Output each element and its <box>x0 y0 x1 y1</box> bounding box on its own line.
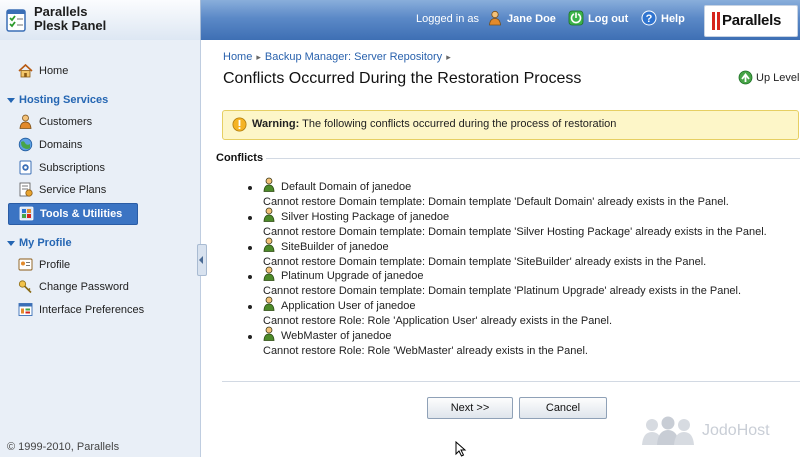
user-name-link[interactable]: Jane Doe <box>507 12 556 26</box>
help-link[interactable]: Help <box>661 12 685 26</box>
logout-icon[interactable] <box>568 10 584 26</box>
help-icon[interactable]: ? <box>641 10 657 26</box>
sidebar-item-label: Interface Preferences <box>39 304 145 316</box>
warning-message: Warning: The following conflicts occurre… <box>222 110 799 140</box>
conflict-name: Silver Hosting Package of janedoe <box>281 211 450 223</box>
user-role-icon <box>263 207 275 222</box>
conflict-name: Application User of janedoe <box>281 300 416 312</box>
conflict-message: Cannot restore Role: Role 'WebMaster' al… <box>263 345 588 357</box>
customer-icon <box>19 114 32 129</box>
breadcrumb-home-link[interactable]: Home <box>223 51 252 63</box>
breadcrumb-separator-icon: ▸ <box>256 52 261 62</box>
user-role-icon <box>263 237 275 252</box>
sidebar-collapse-handle[interactable] <box>197 244 207 276</box>
brand-line-2: Plesk Panel <box>34 18 107 33</box>
section-my-profile[interactable]: My Profile <box>7 235 72 251</box>
brand-title: Parallels Plesk Panel <box>34 5 106 33</box>
profile-card-icon <box>18 258 33 271</box>
interface-preferences-icon <box>18 303 33 316</box>
conflict-name: Platinum Upgrade of janedoe <box>281 270 424 282</box>
svg-text:?: ? <box>646 13 653 25</box>
service-plans-icon <box>19 182 33 197</box>
user-role-icon <box>263 326 275 341</box>
warning-icon <box>232 117 247 132</box>
sidebar: Home Hosting Services Customers Domains … <box>0 40 201 457</box>
conflict-message: Cannot restore Domain template: Domain t… <box>263 226 767 238</box>
warning-text: Warning: The following conflicts occurre… <box>252 118 616 130</box>
sidebar-item-label: Home <box>39 65 69 77</box>
conflict-message: Cannot restore Domain template: Domain t… <box>263 285 742 297</box>
breadcrumb-separator-icon: ▸ <box>446 52 451 62</box>
section-title: My Profile <box>19 237 72 249</box>
next-button[interactable]: Next >> <box>427 397 513 419</box>
top-header: Parallels Plesk Panel Logged in as Jane … <box>0 0 800 40</box>
bullet <box>248 246 252 250</box>
copyright-text: © 1999-2010, Parallels <box>7 441 120 453</box>
conflict-message: Cannot restore Domain template: Domain t… <box>263 256 707 268</box>
sidebar-item-tools-utilities[interactable]: Tools & Utilities <box>8 203 138 225</box>
mouse-cursor-icon <box>455 441 467 457</box>
bullet <box>248 186 252 190</box>
logged-in-label: Logged in as <box>416 13 479 25</box>
brand-line-1: Parallels <box>34 4 88 19</box>
user-role-icon <box>263 177 275 192</box>
sidebar-item-label: Tools & Utilities <box>40 208 123 220</box>
form-divider <box>222 381 800 382</box>
parallels-logo-text: Parallels <box>722 12 782 29</box>
breadcrumb-backup-manager-link[interactable]: Backup Manager: Server Repository <box>265 51 442 63</box>
conflict-message: Cannot restore Domain template: Domain t… <box>263 196 729 208</box>
collapse-arrow-icon <box>7 240 15 246</box>
main-content: Home ▸ Backup Manager: Server Repository ▸ … <box>208 40 800 457</box>
sidebar-item-label: Profile <box>39 259 71 271</box>
bullet <box>248 335 252 339</box>
conflict-message: Cannot restore Role: Role 'Application U… <box>263 315 613 327</box>
sidebar-item-label: Domains <box>39 139 83 151</box>
domains-icon <box>18 137 33 152</box>
breadcrumb: Home ▸ Backup Manager: Server Repository ▸ <box>223 51 455 63</box>
logout-link[interactable]: Log out <box>588 12 628 26</box>
sidebar-item-label: Service Plans <box>39 184 107 196</box>
brand-block[interactable]: Parallels Plesk Panel <box>0 0 201 40</box>
watermark: JodoHost <box>640 415 800 445</box>
tools-icon <box>19 206 34 221</box>
parallels-logo[interactable]: Parallels <box>704 5 798 37</box>
people-watermark-icon <box>642 416 694 445</box>
user-role-icon <box>263 266 275 281</box>
section-divider <box>266 158 800 159</box>
sidebar-item-label: Subscriptions <box>39 162 106 174</box>
bullet <box>248 305 252 309</box>
bullet <box>248 216 252 220</box>
warning-label: Warning: <box>252 118 300 130</box>
checklist-logo-icon <box>6 9 26 32</box>
subscriptions-icon <box>19 160 32 175</box>
section-title: Hosting Services <box>19 94 109 106</box>
up-level-arrow-icon <box>738 70 753 85</box>
home-icon <box>18 63 33 78</box>
conflict-name: WebMaster of janedoe <box>281 330 392 342</box>
keys-icon <box>18 280 32 294</box>
parallels-bars-icon <box>712 12 720 30</box>
sidebar-item-label: Change Password <box>39 281 129 293</box>
sidebar-item-label: Customers <box>39 116 93 128</box>
conflicts-section-title: Conflicts <box>216 152 264 164</box>
user-role-icon <box>263 296 275 311</box>
conflict-name: Default Domain of janedoe <box>281 181 412 193</box>
watermark-text: JodoHost <box>702 422 770 439</box>
warning-body: The following conflicts occurred during … <box>302 118 617 130</box>
user-icon <box>489 10 501 26</box>
bullet <box>248 275 252 279</box>
section-hosting-services[interactable]: Hosting Services <box>7 92 108 108</box>
up-level-label: Up Level <box>756 72 800 84</box>
page-title: Conflicts Occurred During the Restoratio… <box>223 70 582 87</box>
conflict-name: SiteBuilder of janedoe <box>281 241 389 253</box>
cancel-button[interactable]: Cancel <box>519 397 607 419</box>
collapse-arrow-icon <box>7 97 15 103</box>
